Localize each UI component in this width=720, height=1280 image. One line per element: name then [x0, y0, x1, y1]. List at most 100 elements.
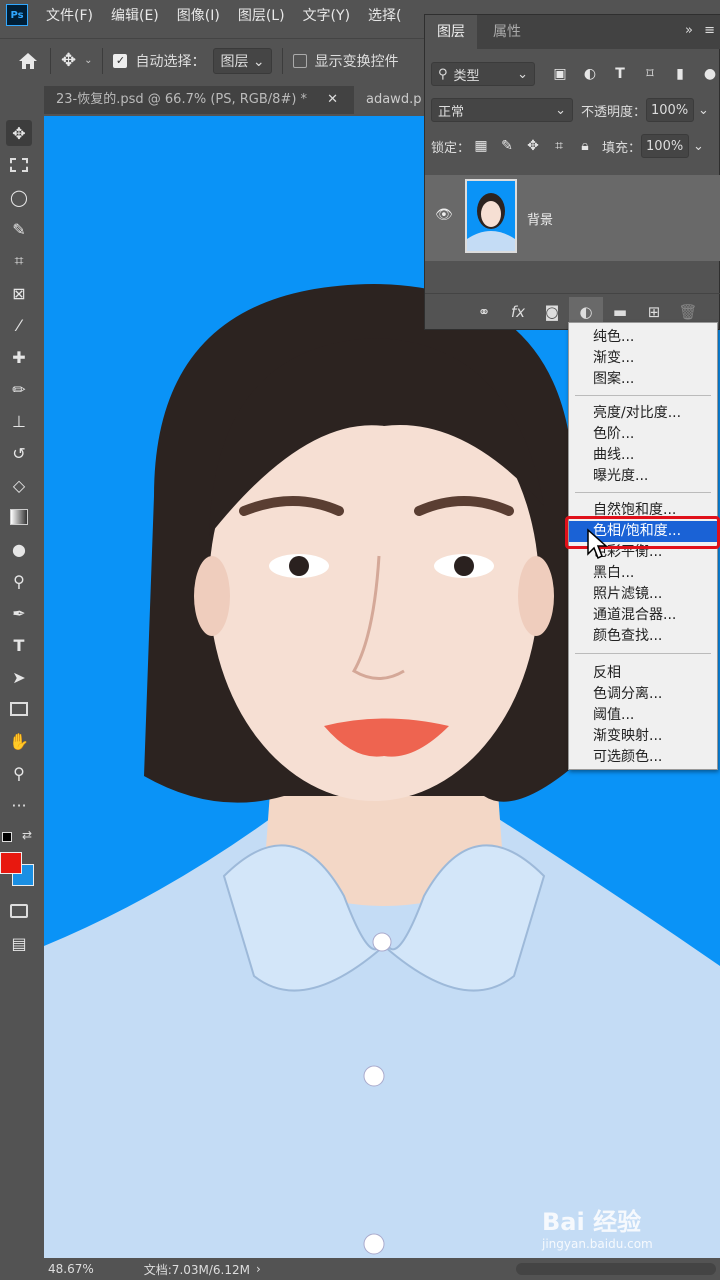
- chevron-down-icon: ⌄: [555, 102, 566, 118]
- menu-item-curves[interactable]: 曲线...: [569, 445, 717, 466]
- chevron-down-icon[interactable]: ⌄: [693, 139, 704, 154]
- lock-all-icon[interactable]: 🔒︎: [574, 135, 596, 157]
- healing-brush-tool-icon[interactable]: ✚: [6, 344, 32, 370]
- filter-type-icon[interactable]: T: [609, 63, 631, 85]
- document-size: 文档:7.03M/6.12M: [143, 1262, 250, 1277]
- stamp-tool-icon[interactable]: ⊥: [6, 408, 32, 434]
- pen-tool-icon[interactable]: ✒: [6, 600, 32, 626]
- eye-icon[interactable]: 👁︎: [435, 207, 453, 223]
- opacity-input[interactable]: 100%: [646, 98, 695, 122]
- blend-row: 正常 ⌄ 不透明度： 100% ⌄: [425, 95, 720, 125]
- chevron-down-icon[interactable]: ⌄: [698, 103, 709, 118]
- menu-item-invert[interactable]: 反相: [569, 663, 717, 684]
- tab-document-2[interactable]: adawd.p: [354, 86, 424, 114]
- menu-type[interactable]: 文字(Y): [303, 5, 350, 25]
- move-tool-icon[interactable]: ✥: [6, 120, 32, 146]
- default-colors-icon[interactable]: [2, 832, 12, 842]
- foreground-color-swatch[interactable]: [0, 852, 22, 874]
- filter-shape-icon[interactable]: ⌑: [639, 63, 661, 85]
- tab-properties[interactable]: 属性: [481, 15, 533, 49]
- marquee-tool-icon[interactable]: [6, 152, 32, 178]
- filter-type-dropdown[interactable]: ⚲ 类型 ⌄: [431, 62, 535, 86]
- dodge-tool-icon[interactable]: ⚲: [6, 568, 32, 594]
- lock-row: 锁定： ▦ ✎ ✥ ⌗ 🔒︎ 填充： 100% ⌄: [425, 131, 720, 161]
- menu-separator: [575, 492, 711, 493]
- horizontal-scrollbar[interactable]: [516, 1263, 716, 1275]
- lasso-tool-icon[interactable]: ◯: [6, 184, 32, 210]
- watermark-brand: Bai 经验: [542, 1208, 642, 1236]
- menu-separator: [575, 395, 711, 396]
- hand-tool-icon[interactable]: ✋: [6, 728, 32, 754]
- auto-select-checkbox[interactable]: ✓: [113, 53, 128, 68]
- menu-item-selective-color[interactable]: 可选颜色...: [569, 747, 717, 768]
- filter-toggle-icon[interactable]: ●: [699, 63, 720, 85]
- filter-smart-object-icon[interactable]: ▮: [669, 63, 691, 85]
- menu-item-color-lookup[interactable]: 颜色查找...: [569, 626, 717, 647]
- lock-image-icon[interactable]: ✎: [496, 135, 518, 157]
- menu-item-channel-mixer[interactable]: 通道混合器...: [569, 605, 717, 626]
- fill-input[interactable]: 100%: [641, 134, 690, 158]
- menu-item-gradient[interactable]: 渐变...: [569, 348, 717, 369]
- home-icon[interactable]: [16, 49, 40, 73]
- show-transform-label: 显示变换控件: [314, 53, 399, 70]
- layer-thumbnail: [465, 179, 517, 253]
- blend-mode-dropdown[interactable]: 正常 ⌄: [431, 98, 573, 122]
- screen-mode-icon[interactable]: ▤: [6, 930, 32, 956]
- search-icon: ⚲: [438, 66, 448, 82]
- menu-item-exposure[interactable]: 曝光度...: [569, 466, 717, 487]
- status-arrow-icon[interactable]: ›: [256, 1262, 261, 1276]
- close-icon[interactable]: ✕: [327, 86, 338, 114]
- menu-item-pattern[interactable]: 图案...: [569, 369, 717, 390]
- tab-document-1[interactable]: 23-恢复的.psd @ 66.7% (PS, RGB/8#) * ✕: [44, 86, 346, 114]
- zoom-level[interactable]: 48.67%: [48, 1262, 94, 1276]
- brush-tool-icon[interactable]: ✏: [6, 376, 32, 402]
- menu-edit[interactable]: 编辑(E): [111, 5, 159, 25]
- zoom-tool-icon[interactable]: ⚲: [6, 760, 32, 786]
- chevron-down-icon[interactable]: ⌄: [84, 55, 92, 66]
- path-select-tool-icon[interactable]: ➤: [6, 664, 32, 690]
- swap-colors-icon[interactable]: ⇄: [22, 828, 32, 842]
- filter-adjustment-icon[interactable]: ◐: [579, 63, 601, 85]
- quick-select-tool-icon[interactable]: ✎: [6, 216, 32, 242]
- menu-item-posterize[interactable]: 色调分离...: [569, 684, 717, 705]
- frame-tool-icon[interactable]: ⊠: [6, 280, 32, 306]
- layer-filter-row: ⚲ 类型 ⌄ ▣ ◐ T ⌑ ▮ ●: [425, 59, 720, 89]
- menu-layer[interactable]: 图层(L): [238, 5, 285, 25]
- blur-tool-icon[interactable]: ●: [6, 536, 32, 562]
- lock-position-icon[interactable]: ✥: [522, 135, 544, 157]
- menu-item-gradient-map[interactable]: 渐变映射...: [569, 726, 717, 747]
- panel-menu-icon[interactable]: ≡: [704, 23, 715, 38]
- move-tool-icon[interactable]: ✥: [61, 50, 76, 71]
- gradient-tool-icon[interactable]: [6, 504, 32, 530]
- menu-item-photo-filter[interactable]: 照片滤镜...: [569, 584, 717, 605]
- crop-tool-icon[interactable]: ⌗: [6, 248, 32, 274]
- type-tool-icon[interactable]: T: [6, 632, 32, 658]
- auto-select-dropdown[interactable]: 图层 ⌄: [213, 47, 272, 74]
- more-tools-icon[interactable]: ···: [6, 792, 32, 818]
- fx-icon[interactable]: fx: [501, 297, 535, 327]
- menu-item-brightness-contrast[interactable]: 亮度/对比度...: [569, 403, 717, 424]
- link-layers-icon[interactable]: ⚭: [467, 297, 501, 327]
- eraser-tool-icon[interactable]: ◇: [6, 472, 32, 498]
- layer-row[interactable]: 👁︎ 背景: [425, 175, 720, 261]
- menu-file[interactable]: 文件(F): [46, 5, 93, 25]
- menu-select[interactable]: 选择(: [368, 5, 401, 25]
- eyedropper-tool-icon[interactable]: ⁄: [6, 312, 32, 338]
- quick-mask-icon[interactable]: [6, 898, 32, 924]
- layer-name[interactable]: 背景: [527, 209, 553, 228]
- menu-item-black-white[interactable]: 黑白...: [569, 563, 717, 584]
- lock-transparent-icon[interactable]: ▦: [470, 135, 492, 157]
- menu-image[interactable]: 图像(I): [177, 5, 220, 25]
- show-transform-checkbox[interactable]: [292, 53, 307, 68]
- menu-item-levels[interactable]: 色阶...: [569, 424, 717, 445]
- add-mask-icon[interactable]: ◙: [535, 297, 569, 327]
- panel-expand-icon[interactable]: »: [685, 23, 693, 38]
- blend-mode-value: 正常: [438, 104, 465, 120]
- filter-pixel-icon[interactable]: ▣: [549, 63, 571, 85]
- menu-item-solid-color[interactable]: 纯色...: [569, 327, 717, 348]
- rectangle-tool-icon[interactable]: [6, 696, 32, 722]
- history-brush-tool-icon[interactable]: ↺: [6, 440, 32, 466]
- lock-artboard-icon[interactable]: ⌗: [548, 135, 570, 157]
- tab-layers[interactable]: 图层: [425, 15, 477, 49]
- menu-item-threshold[interactable]: 阈值...: [569, 705, 717, 726]
